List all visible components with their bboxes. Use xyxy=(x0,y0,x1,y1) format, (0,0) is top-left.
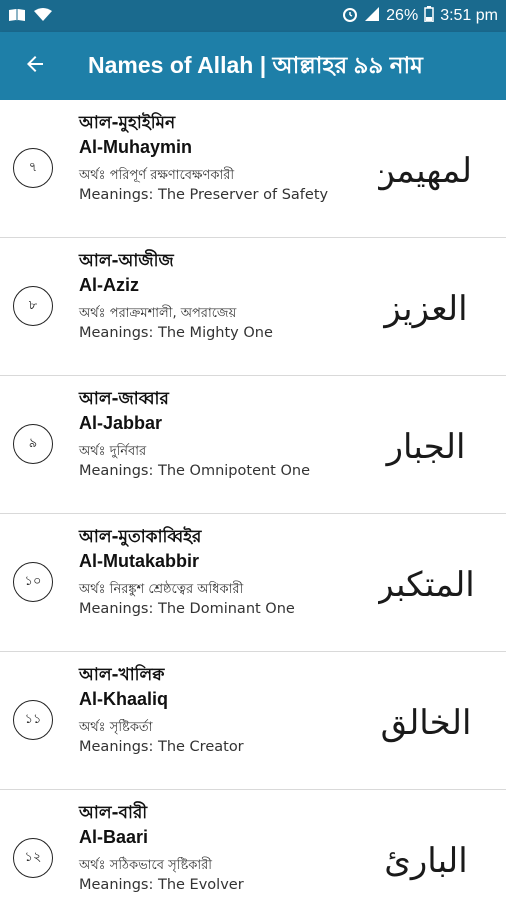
list-item[interactable]: ৭ আল-মুহাইমিন Al-Muhaymin অর্থঃ পরিপূর্ণ… xyxy=(0,100,506,238)
battery-icon xyxy=(424,5,434,27)
arabic-calligraphy: المتكبر xyxy=(378,565,474,605)
item-text: আল-বারী Al-Baari অর্থঃ সঠিকভাবে সৃষ্টিকা… xyxy=(79,802,379,895)
arabic-calligraphy: البارئ xyxy=(384,841,468,881)
english-meaning: Meanings: The Evolver xyxy=(79,877,244,893)
wifi-icon xyxy=(34,7,52,26)
battery-percent: 26% xyxy=(386,7,419,24)
bengali-name: আল-মুতাকাব্বিইর xyxy=(79,527,202,547)
english-meaning: Meanings: The Preserver of Safety xyxy=(79,187,329,203)
english-name: Al-Aziz xyxy=(79,275,139,295)
bengali-name: আল-আজীজ xyxy=(79,251,174,271)
status-bar: 26% 3:51 pm xyxy=(0,0,506,32)
page-title: Names of Allah | আল্লাহর ৯৯ নাম xyxy=(88,51,423,78)
signal-icon xyxy=(364,6,380,27)
list-item[interactable]: ১০ আল-মুতাকাব্বিইর Al-Mutakabbir অর্থঃ ন… xyxy=(0,514,506,652)
number-badge: ৯ xyxy=(13,424,53,464)
back-button[interactable] xyxy=(0,32,70,100)
status-right: 26% 3:51 pm xyxy=(342,5,498,27)
bengali-name: আল-খালিক্ব xyxy=(79,665,165,685)
item-text: আল-মুতাকাব্বিইর Al-Mutakabbir অর্থঃ নিরঙ… xyxy=(79,526,379,619)
bengali-name: আল-বারী xyxy=(79,803,148,823)
number-badge: ১০ xyxy=(13,562,53,602)
bengali-meaning: অর্থঃ সঠিকভাবে সৃষ্টিকারী xyxy=(79,858,212,873)
arabic-calligraphy: الجبار xyxy=(386,427,466,467)
english-name: Al-Baari xyxy=(79,827,149,847)
app-bar: Names of Allah | আল্লাহর ৯৯ নাম xyxy=(0,32,506,100)
english-meaning: Meanings: The Omnipotent One xyxy=(79,463,311,479)
book-icon xyxy=(8,7,26,26)
status-time: 3:51 pm xyxy=(440,7,498,24)
list-item[interactable]: ১২ আল-বারী Al-Baari অর্থঃ সঠিকভাবে সৃষ্ট… xyxy=(0,790,506,900)
bengali-meaning: অর্থঃ পরাক্রমশালী, অপরাজেয় xyxy=(79,306,237,321)
bengali-meaning: অর্থঃ পরিপূর্ণ রক্ষণাবেক্ষণকারী xyxy=(79,168,235,183)
arabic-calligraphy: المهيمن xyxy=(378,151,474,191)
english-name: Al-Khaaliq xyxy=(79,689,169,709)
english-name: Al-Muhaymin xyxy=(79,137,193,157)
number-badge: ৮ xyxy=(13,286,53,326)
bengali-meaning: অর্থঃ দুর্নিবার xyxy=(79,444,147,459)
number-badge: ৭ xyxy=(13,148,53,188)
status-left xyxy=(8,7,52,26)
item-text: আল-মুহাইমিন Al-Muhaymin অর্থঃ পরিপূর্ণ র… xyxy=(79,112,379,205)
item-text: আল-খালিক্ব Al-Khaaliq অর্থঃ সৃষ্টিকর্তা … xyxy=(79,664,379,757)
english-meaning: Meanings: The Dominant One xyxy=(79,601,295,617)
list-item[interactable]: ১১ আল-খালিক্ব Al-Khaaliq অর্থঃ সৃষ্টিকর্… xyxy=(0,652,506,790)
names-list: ৭ আল-মুহাইমিন Al-Muhaymin অর্থঃ পরিপূর্ণ… xyxy=(0,100,506,900)
arrow-left-icon xyxy=(23,52,47,80)
bengali-meaning: অর্থঃ নিরঙ্কুশ শ্রেষ্ঠত্বের অধিকারী xyxy=(79,582,244,597)
english-meaning: Meanings: The Mighty One xyxy=(79,325,273,341)
list-item[interactable]: ৮ আল-আজীজ Al-Aziz অর্থঃ পরাক্রমশালী, অপর… xyxy=(0,238,506,376)
bengali-name: আল-মুহাইমিন xyxy=(79,113,176,133)
item-text: আল-জাব্বার Al-Jabbar অর্থঃ দুর্নিবার Mea… xyxy=(79,388,379,481)
english-name: Al-Mutakabbir xyxy=(79,551,200,571)
arabic-calligraphy: العزيز xyxy=(384,289,468,329)
item-text: আল-আজীজ Al-Aziz অর্থঃ পরাক্রমশালী, অপরাজ… xyxy=(79,250,379,343)
arabic-calligraphy: الخالق xyxy=(380,703,472,743)
english-meaning: Meanings: The Creator xyxy=(79,739,244,755)
number-badge: ১১ xyxy=(13,700,53,740)
english-name: Al-Jabbar xyxy=(79,413,163,433)
list-item[interactable]: ৯ আল-জাব্বার Al-Jabbar অর্থঃ দুর্নিবার M… xyxy=(0,376,506,514)
bengali-meaning: অর্থঃ সৃষ্টিকর্তা xyxy=(79,720,153,735)
number-badge: ১২ xyxy=(13,838,53,878)
alarm-icon xyxy=(342,6,358,27)
bengali-name: আল-জাব্বার xyxy=(79,389,169,409)
